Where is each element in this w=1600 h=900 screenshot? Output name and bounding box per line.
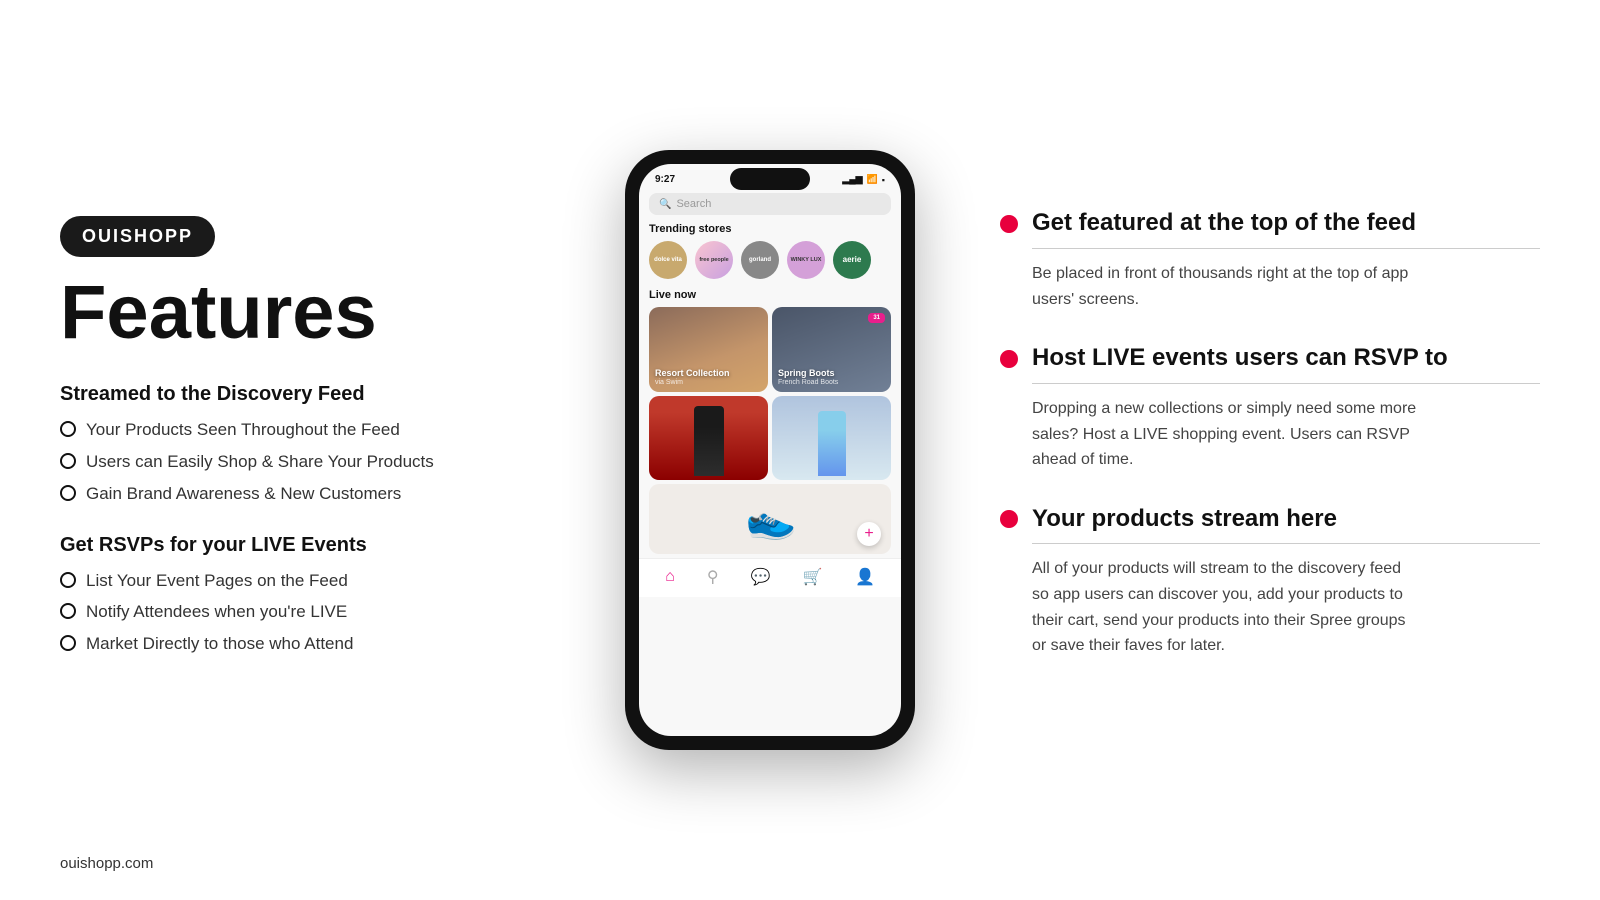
- bullet-icon: [60, 485, 76, 501]
- list-item: Users can Easily Shop & Share Your Produ…: [60, 450, 560, 474]
- fashion-card-2[interactable]: [772, 396, 891, 480]
- list-item-text: Market Directly to those who Attend: [86, 632, 353, 656]
- live-card-title: Spring Boots: [778, 368, 838, 379]
- red-dot-icon: [1000, 350, 1018, 368]
- phone-mockup: 9:27 ▂▄▆ 📶 ▪ 🔍 Search Trending stores do…: [600, 150, 940, 750]
- feature-desc-2: Dropping a new collections or simply nee…: [1000, 396, 1420, 473]
- right-panel: Get featured at the top of the feed Be p…: [940, 209, 1540, 691]
- bullet-icon: [60, 421, 76, 437]
- page-title: Features: [60, 275, 560, 351]
- store-avatar-freepeople[interactable]: free people: [695, 241, 733, 279]
- feature-header-2: Host LIVE events users can RSVP to: [1000, 344, 1540, 373]
- search-nav-icon[interactable]: ⚲: [707, 567, 719, 587]
- phone-search-bar[interactable]: 🔍 Search: [649, 193, 891, 215]
- feature-title-1: Get featured at the top of the feed: [1032, 209, 1416, 238]
- section2-bullet-list: List Your Event Pages on the Feed Notify…: [60, 569, 560, 656]
- list-item: Notify Attendees when you're LIVE: [60, 600, 560, 624]
- store-avatar-dolcevita[interactable]: dolce vita: [649, 241, 687, 279]
- live-card-boots[interactable]: 31 Spring Boots French Road Boots: [772, 307, 891, 392]
- feature-header-3: Your products stream here: [1000, 505, 1540, 534]
- feature-divider-1: [1032, 248, 1540, 249]
- list-item-text: Your Products Seen Throughout the Feed: [86, 418, 400, 442]
- search-icon: 🔍: [659, 199, 671, 210]
- home-nav-icon[interactable]: ⌂: [665, 568, 675, 586]
- list-item-text: Gain Brand Awareness & New Customers: [86, 482, 401, 506]
- wifi-icon: 📶: [867, 174, 878, 185]
- feature-divider-2: [1032, 383, 1540, 384]
- store-avatar-winkylux[interactable]: WINKY LUX: [787, 241, 825, 279]
- trending-label: Trending stores: [639, 223, 901, 241]
- add-to-cart-button[interactable]: +: [857, 522, 881, 546]
- battery-icon: ▪: [882, 175, 885, 185]
- live-grid: Resort Collection via Swim 31 Spring Boo…: [639, 307, 901, 396]
- bullet-icon: [60, 635, 76, 651]
- phone-device: 9:27 ▂▄▆ 📶 ▪ 🔍 Search Trending stores do…: [625, 150, 915, 750]
- live-card-subtitle: French Road Boots: [778, 379, 838, 386]
- chat-nav-icon[interactable]: 💬: [751, 567, 771, 587]
- feature-item-2: Host LIVE events users can RSVP to Dropp…: [1000, 344, 1540, 473]
- logo-badge: OUISHOPP: [60, 216, 215, 257]
- footer-url: ouishopp.com: [60, 855, 153, 872]
- section1-heading: Streamed to the Discovery Feed: [60, 383, 560, 406]
- bullet-icon: [60, 603, 76, 619]
- feature-desc-1: Be placed in front of thousands right at…: [1000, 261, 1420, 312]
- feature-item-1: Get featured at the top of the feed Be p…: [1000, 209, 1540, 312]
- phone-notch: [730, 168, 810, 190]
- left-panel: OUISHOPP Features Streamed to the Discov…: [60, 216, 600, 684]
- list-item: List Your Event Pages on the Feed: [60, 569, 560, 593]
- bullet-icon: [60, 572, 76, 588]
- status-icons: ▂▄▆ 📶 ▪: [842, 174, 885, 185]
- phone-screen: 9:27 ▂▄▆ 📶 ▪ 🔍 Search Trending stores do…: [639, 164, 901, 736]
- feature-desc-3: All of your products will stream to the …: [1000, 556, 1420, 658]
- trending-stores-row: dolce vita free people gorland WINKY LUX…: [639, 241, 901, 289]
- bottom-grid: [639, 396, 901, 484]
- section2-heading: Get RSVPs for your LIVE Events: [60, 534, 560, 557]
- phone-time: 9:27: [655, 174, 675, 185]
- shoe-card[interactable]: 👟 +: [649, 484, 891, 554]
- list-item: Market Directly to those who Attend: [60, 632, 560, 656]
- feature-title-2: Host LIVE events users can RSVP to: [1032, 344, 1448, 373]
- live-card-content: Resort Collection via Swim: [649, 307, 768, 392]
- profile-nav-icon[interactable]: 👤: [855, 567, 875, 587]
- signal-icon: ▂▄▆: [842, 174, 862, 185]
- list-item: Your Products Seen Throughout the Feed: [60, 418, 560, 442]
- shoe-image: 👟: [741, 492, 798, 547]
- live-card-subtitle: via Swim: [655, 379, 730, 386]
- list-item: Gain Brand Awareness & New Customers: [60, 482, 560, 506]
- red-dot-icon: [1000, 510, 1018, 528]
- bullet-icon: [60, 453, 76, 469]
- feature-title-3: Your products stream here: [1032, 505, 1337, 534]
- store-avatar-aerie[interactable]: aerie: [833, 241, 871, 279]
- logo-text: OUISHOPP: [82, 226, 193, 246]
- store-avatar-gorland[interactable]: gorland: [741, 241, 779, 279]
- list-item-text: Notify Attendees when you're LIVE: [86, 600, 347, 624]
- feature-item-3: Your products stream here All of your pr…: [1000, 505, 1540, 659]
- red-dot-icon: [1000, 215, 1018, 233]
- live-card-title: Resort Collection: [655, 368, 730, 379]
- search-placeholder: Search: [676, 198, 711, 210]
- feature-header-1: Get featured at the top of the feed: [1000, 209, 1540, 238]
- live-card-resort[interactable]: Resort Collection via Swim: [649, 307, 768, 392]
- feature-divider-3: [1032, 543, 1540, 544]
- list-item-text: Users can Easily Shop & Share Your Produ…: [86, 450, 434, 474]
- cart-nav-icon[interactable]: 🛒: [803, 567, 823, 587]
- phone-nav: ⌂ ⚲ 💬 🛒 👤: [639, 558, 901, 597]
- section1-bullet-list: Your Products Seen Throughout the Feed U…: [60, 418, 560, 505]
- live-now-label: Live now: [639, 289, 901, 307]
- list-item-text: List Your Event Pages on the Feed: [86, 569, 348, 593]
- fashion-card-1[interactable]: [649, 396, 768, 480]
